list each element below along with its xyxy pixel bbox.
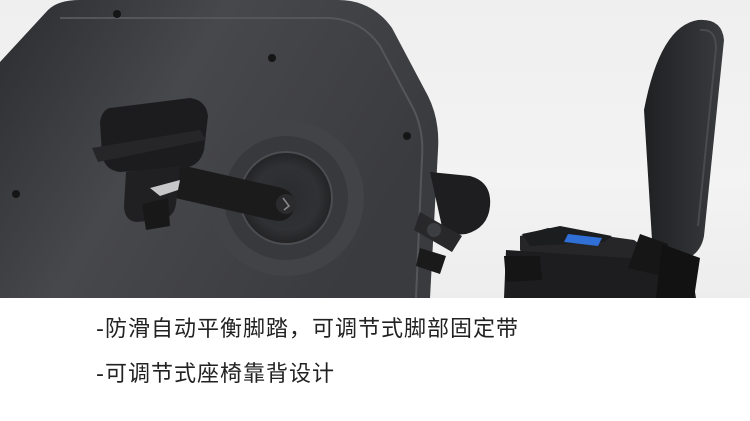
- feature-list: -防滑自动平衡脚踏，可调节式脚部固定带 -可调节式座椅靠背设计: [96, 318, 519, 408]
- seat-backrest: [628, 19, 724, 298]
- product-photo: [0, 0, 750, 298]
- feature-item-pedal: -防滑自动平衡脚踏，可调节式脚部固定带: [96, 317, 519, 342]
- bike-housing: [0, 0, 439, 298]
- feature-item-backrest: -可调节式座椅靠背设计: [96, 362, 335, 387]
